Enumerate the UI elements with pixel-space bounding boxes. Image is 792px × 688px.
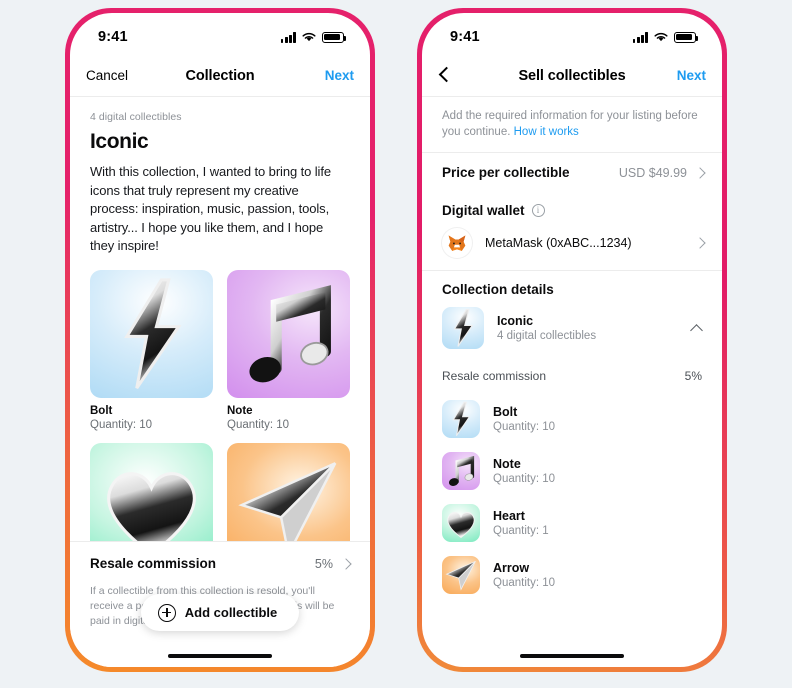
home-indicator (520, 653, 624, 658)
collectible-name: Bolt (90, 404, 113, 417)
chevron-right-icon (694, 166, 706, 179)
collection-details-label: Collection details (442, 282, 554, 297)
price-value: USD $49.99 (618, 165, 687, 180)
back-button[interactable] (438, 66, 484, 83)
item-quantity: Quantity: 10 (493, 577, 556, 589)
price-value-group: USD $49.99 (618, 165, 706, 180)
add-collectible-button[interactable]: Add collectible (140, 594, 300, 631)
collection-name: Iconic (497, 314, 534, 328)
status-icons (632, 31, 699, 43)
page-title: Collection (185, 67, 255, 84)
item-quantity: Quantity: 10 (493, 421, 556, 433)
resale-commission-value-group: 5% (314, 556, 352, 571)
wallet-identity: MetaMask (0xABC...1234) (442, 228, 632, 258)
item-name: Arrow (493, 561, 530, 575)
collection-description: With this collection, I wanted to bring … (90, 164, 331, 253)
wallet-name: MetaMask (0xABC...1234) (485, 236, 632, 250)
nav-bar: Cancel Collection Next (70, 55, 370, 97)
resale-commission-value: 5% (684, 369, 702, 383)
phone-mockup-sell: 9:41 Sell collectibles Next Add the requ… (417, 8, 727, 672)
collectible-quantity: Quantity: 10 (227, 418, 290, 431)
collection-details-heading: Collection details (422, 271, 722, 299)
bolt-icon (90, 269, 213, 398)
bolt-icon (442, 307, 484, 349)
next-button[interactable]: Next (660, 68, 706, 83)
plus-circle-icon (157, 603, 176, 622)
collectible-tile[interactable]: Note Quantity: 10 (227, 269, 350, 431)
collection-header: 4 digital collectibles Iconic With this … (70, 97, 370, 256)
price-label: Price per collectible (442, 165, 570, 180)
status-bar: 9:41 (422, 13, 722, 55)
collection-count: 4 digital collectibles (90, 111, 182, 123)
collection-subtitle: 4 digital collectibles (497, 330, 597, 342)
next-button[interactable]: Next (308, 68, 354, 83)
battery-icon (674, 31, 699, 43)
screen-sell-collectibles: 9:41 Sell collectibles Next Add the requ… (422, 13, 722, 667)
digital-wallet-label: Digital wallet (442, 203, 525, 218)
list-item[interactable]: Bolt Quantity: 10 (422, 393, 722, 445)
item-name: Note (493, 457, 521, 471)
resale-commission-label: Resale commission (90, 556, 217, 571)
item-text: Bolt Quantity: 10 (493, 405, 555, 433)
collectible-quantity: Quantity: 10 (90, 418, 153, 431)
list-item[interactable]: Note Quantity: 10 (422, 445, 722, 497)
sell-scroll-area[interactable]: Add the required information for your li… (422, 97, 722, 667)
item-text: Arrow Quantity: 10 (493, 561, 555, 589)
nav-bar: Sell collectibles Next (422, 55, 722, 97)
battery-icon (322, 31, 347, 43)
resale-commission-label: Resale commission (442, 369, 547, 383)
item-text: Note Quantity: 10 (493, 457, 555, 485)
bolt-icon (442, 400, 480, 438)
collectible-name: Note (227, 404, 253, 417)
status-time: 9:41 (450, 29, 480, 45)
screen-collection: 9:41 Cancel Collection Next 4 digital co… (70, 13, 370, 667)
metamask-fox-icon (442, 228, 472, 258)
price-per-collectible-row[interactable]: Price per collectible USD $49.99 (422, 153, 722, 192)
status-time: 9:41 (98, 29, 128, 45)
add-collectible-wrap: Add collectible (70, 594, 370, 631)
music-note-icon (227, 269, 350, 398)
collection-text: Iconic 4 digital collectibles (497, 314, 596, 342)
chevron-right-icon (340, 557, 352, 570)
wifi-icon (301, 31, 317, 43)
cellular-bars-icon (280, 32, 296, 43)
item-quantity: Quantity: 10 (493, 473, 556, 485)
home-indicator (168, 653, 272, 658)
screenshot-canvas: 9:41 Cancel Collection Next 4 digital co… (0, 0, 792, 688)
status-icons (280, 31, 347, 43)
status-bar: 9:41 (70, 13, 370, 55)
item-name: Heart (493, 509, 525, 523)
digital-wallet-heading: Digital wallet i (422, 192, 722, 220)
item-text: Heart Quantity: 1 (493, 509, 549, 537)
page-title: Sell collectibles (518, 67, 626, 84)
item-quantity: Quantity: 1 (493, 525, 549, 537)
chevron-up-icon[interactable] (690, 323, 703, 337)
phone-mockup-collection: 9:41 Cancel Collection Next 4 digital co… (65, 8, 375, 672)
collection-identity: Iconic 4 digital collectibles (442, 307, 596, 349)
resale-commission-row[interactable]: Resale commission 5% (90, 556, 352, 571)
chevron-left-icon (438, 66, 455, 83)
item-name: Bolt (493, 405, 518, 419)
collectible-tile[interactable]: Bolt Quantity: 10 (90, 269, 213, 431)
resale-commission-row: Resale commission 5% (422, 360, 722, 393)
heart-icon (442, 504, 480, 542)
wallet-row[interactable]: MetaMask (0xABC...1234) (422, 220, 722, 270)
cellular-bars-icon (632, 32, 648, 43)
collection-title: Iconic (90, 130, 149, 153)
how-it-works-link[interactable]: How it works (514, 126, 579, 138)
paper-plane-icon (442, 556, 480, 594)
collection-row[interactable]: Iconic 4 digital collectibles (422, 299, 722, 360)
resale-commission-value: 5% (314, 556, 333, 571)
collection-scroll-area[interactable]: 4 digital collectibles Iconic With this … (70, 97, 370, 667)
add-collectible-label: Add collectible (184, 605, 278, 620)
info-circle-icon[interactable]: i (531, 204, 545, 217)
list-item[interactable]: Arrow Quantity: 10 (422, 549, 722, 601)
chevron-right-icon (694, 237, 706, 249)
wifi-icon (653, 31, 669, 43)
collectible-grid-top: Bolt Quantity: 10 Note Quantity: 10 (70, 269, 370, 431)
music-note-icon (442, 452, 480, 490)
intro-text: Add the required information for your li… (422, 97, 722, 152)
list-item[interactable]: Heart Quantity: 1 (422, 497, 722, 549)
cancel-button[interactable]: Cancel (86, 68, 132, 83)
